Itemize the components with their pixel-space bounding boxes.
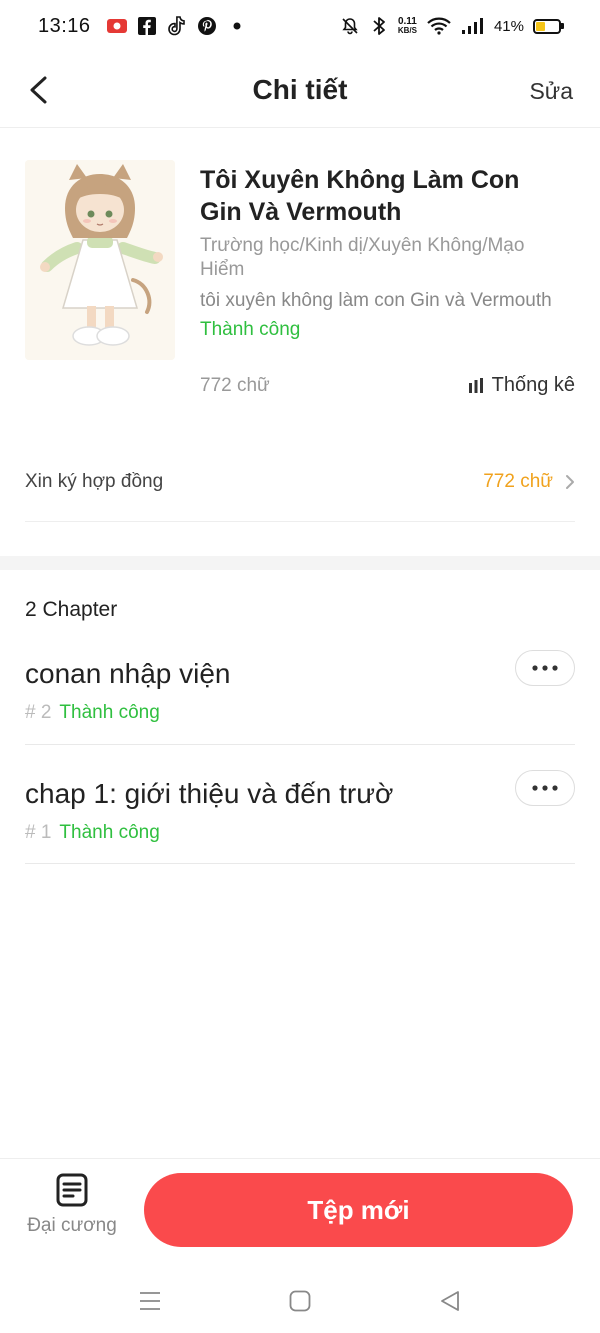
wifi-icon xyxy=(426,16,452,36)
chapter-item[interactable]: chap 1: giới thiệu và đến trườ # 1 Thành… xyxy=(25,760,575,864)
book-description: tôi xuyên không làm con Gin và Vermouth xyxy=(200,290,552,311)
triangle-back-icon xyxy=(441,1290,459,1311)
facebook-icon xyxy=(137,16,157,36)
chapter-item[interactable]: conan nhập viện # 2 Thành công xyxy=(25,640,575,745)
chapter-meta: # 2 Thành công xyxy=(25,702,160,724)
bottom-action-bar: Đại cương Tệp mới xyxy=(0,1158,600,1268)
network-speed: 0.11 KB/S xyxy=(397,16,417,36)
section-divider xyxy=(0,556,600,570)
chapter-more-button[interactable] xyxy=(515,650,575,686)
status-bar: 13:16 0.11 KB/S 41% xyxy=(0,0,600,52)
outline-button[interactable]: Đại cương xyxy=(20,1173,124,1253)
new-file-button[interactable]: Tệp mới xyxy=(144,1173,573,1247)
mute-bell-icon xyxy=(340,16,360,36)
contract-value: 772 chữ xyxy=(483,471,575,493)
network-speed-unit: KB/S xyxy=(397,26,417,35)
recent-apps-button[interactable] xyxy=(130,1281,170,1321)
menu-lines-icon xyxy=(140,1291,160,1310)
book-title: Tôi Xuyên Không Làm Con Gin Và Vermouth xyxy=(200,166,520,226)
contract-label: Xin ký hợp đồng xyxy=(25,470,164,492)
book-cover-illustration xyxy=(25,160,175,360)
tiktok-icon xyxy=(167,16,187,36)
book-status: Thành công xyxy=(200,319,301,340)
status-left: 13:16 xyxy=(38,15,247,38)
chapter-status: Thành công xyxy=(59,702,160,723)
network-speed-value: 0.11 xyxy=(397,16,417,27)
word-count: 772 chữ xyxy=(200,375,270,396)
book-genre: Trường học/Kinh dị/Xuyên Không/Mạo Hiểm xyxy=(200,235,525,280)
notification-dot-icon xyxy=(227,16,247,36)
chapter-status: Thành công xyxy=(59,822,160,843)
system-nav-bar xyxy=(0,1268,600,1333)
status-time: 13:16 xyxy=(38,14,91,37)
page-title: Chi tiết xyxy=(252,74,348,105)
outline-label: Đại cương xyxy=(27,1215,117,1236)
home-button[interactable] xyxy=(280,1281,320,1321)
document-outline-icon xyxy=(56,1173,88,1207)
chapter-title: conan nhập viện xyxy=(25,658,231,689)
screen-record-icon xyxy=(106,16,127,36)
bar-chart-icon xyxy=(468,377,483,393)
chapter-number: # 1 xyxy=(25,822,52,843)
chapter-meta: # 1 Thành công xyxy=(25,822,160,844)
more-dots-icon xyxy=(532,665,558,671)
chapter-number: # 2 xyxy=(25,702,52,723)
contract-word-count: 772 chữ xyxy=(483,470,553,492)
chevron-right-icon xyxy=(566,474,574,489)
contract-row[interactable]: Xin ký hợp đồng 772 chữ xyxy=(25,442,575,522)
book-cover[interactable] xyxy=(25,160,175,360)
stats-button[interactable]: Thống kê xyxy=(468,374,575,397)
back-nav-button[interactable] xyxy=(430,1281,470,1321)
header: Chi tiết Sửa xyxy=(0,52,600,128)
status-right: 0.11 KB/S 41% xyxy=(340,16,564,36)
home-square-icon xyxy=(289,1290,311,1311)
chapter-title: chap 1: giới thiệu và đến trườ xyxy=(25,778,394,809)
edit-button[interactable]: Sửa xyxy=(529,78,573,105)
chapter-count: 2 Chapter xyxy=(25,598,118,621)
battery-percent: 41% xyxy=(493,17,524,35)
signal-icon xyxy=(461,16,485,36)
chapter-more-button[interactable] xyxy=(515,770,575,806)
stats-label: Thống kê xyxy=(491,374,575,396)
pinterest-icon xyxy=(197,16,217,36)
battery-icon xyxy=(533,18,564,34)
bluetooth-icon xyxy=(369,16,389,36)
more-dots-icon xyxy=(532,785,558,791)
